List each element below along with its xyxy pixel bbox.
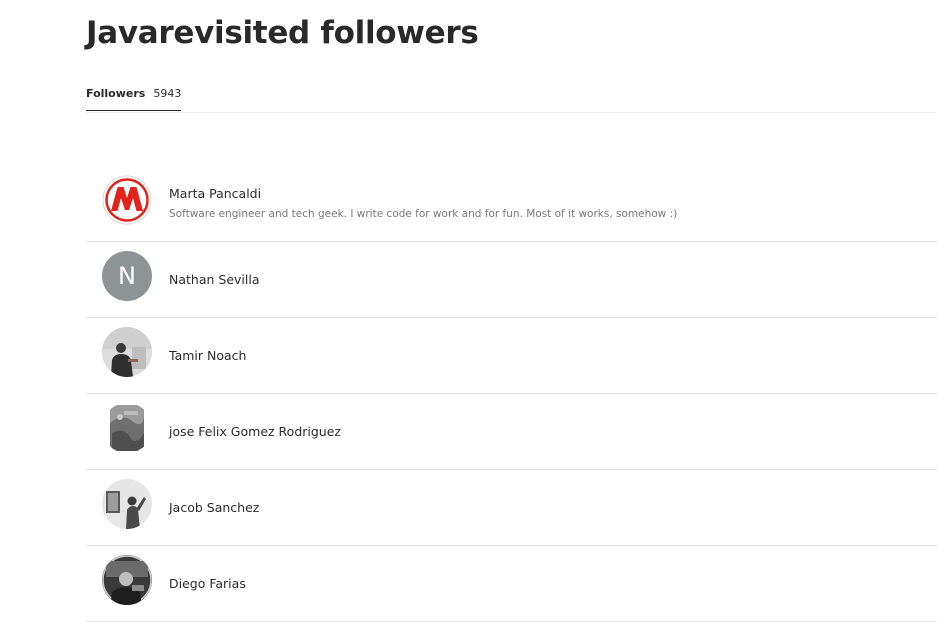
avatar[interactable] bbox=[102, 403, 152, 453]
avatar-initial: N bbox=[118, 262, 136, 290]
avatar[interactable] bbox=[102, 555, 152, 605]
tab-bar: Followers 5943 bbox=[86, 80, 937, 113]
follower-bio: Software engineer and tech geek. I write… bbox=[169, 208, 678, 220]
list-item: Jacob Sanchez bbox=[86, 470, 937, 546]
follower-name[interactable]: jose Felix Gomez Rodriguez bbox=[169, 424, 341, 439]
avatar[interactable] bbox=[102, 327, 152, 377]
list-item: jose Felix Gomez Rodriguez bbox=[86, 394, 937, 470]
follower-name[interactable]: Tamir Noach bbox=[169, 348, 246, 363]
list-item: Diego Farias bbox=[86, 546, 937, 622]
follower-name[interactable]: Diego Farias bbox=[169, 576, 246, 591]
user-photo-icon bbox=[102, 479, 152, 529]
user-photo-icon bbox=[102, 403, 152, 453]
list-item: Tamir Noach bbox=[86, 318, 937, 394]
avatar[interactable]: N bbox=[102, 251, 152, 301]
mario-m-logo-icon bbox=[102, 175, 152, 225]
page-title: Javarevisited followers bbox=[86, 15, 479, 51]
user-photo-icon bbox=[102, 555, 152, 605]
avatar[interactable] bbox=[102, 175, 152, 225]
tab-followers[interactable]: Followers 5943 bbox=[86, 80, 182, 111]
list-item: N Nathan Sevilla bbox=[86, 242, 937, 318]
follower-name[interactable]: Marta Pancaldi bbox=[169, 186, 261, 201]
tab-followers-count: 5943 bbox=[153, 87, 182, 100]
follower-name[interactable]: Jacob Sanchez bbox=[169, 500, 259, 515]
list-item: Marta Pancaldi Software engineer and tec… bbox=[86, 166, 937, 242]
avatar[interactable] bbox=[102, 479, 152, 529]
followers-list: Marta Pancaldi Software engineer and tec… bbox=[86, 166, 937, 622]
follower-name[interactable]: Nathan Sevilla bbox=[169, 272, 260, 287]
user-photo-icon bbox=[102, 327, 152, 377]
tab-followers-label: Followers bbox=[86, 87, 146, 100]
followers-page: Javarevisited followers Followers 5943 M… bbox=[86, 0, 937, 622]
